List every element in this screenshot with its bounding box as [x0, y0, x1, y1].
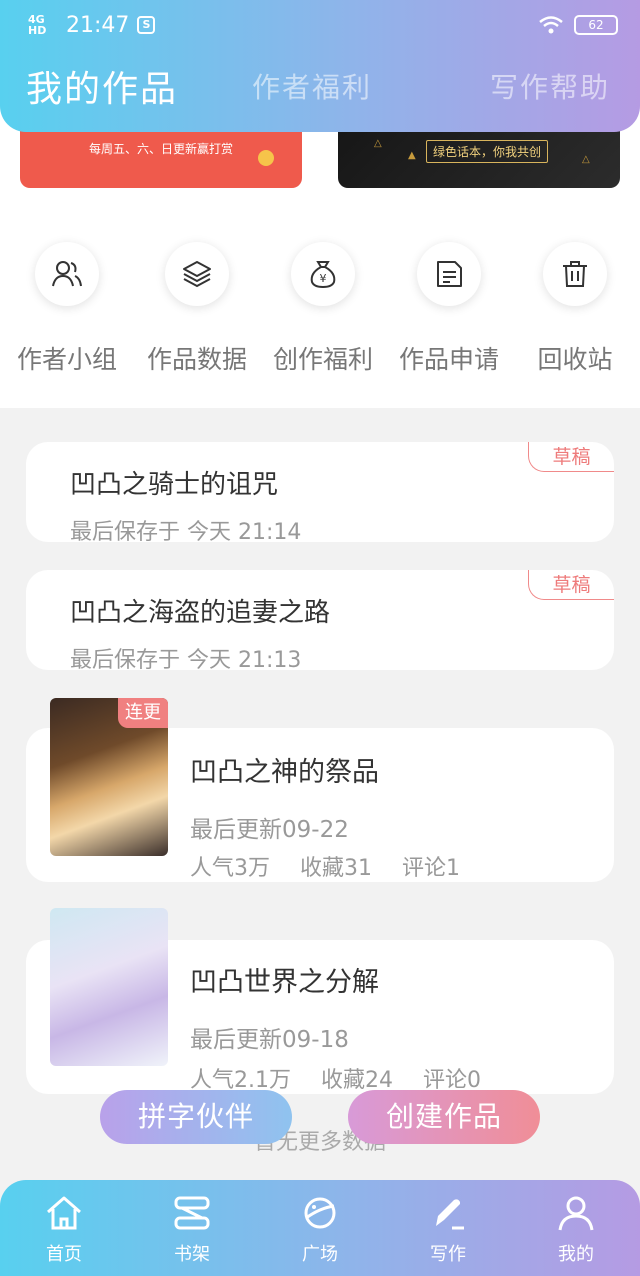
- green-story-banner-text: 绿色话本，你我共创: [426, 140, 549, 163]
- triangle-decor-icon: △: [374, 138, 382, 149]
- document-icon: [417, 242, 481, 306]
- work-title: 凹凸之神的祭品: [190, 757, 379, 788]
- draft-title: 凹凸之骑士的诅咒: [70, 470, 279, 500]
- serial-badge: 连更: [118, 698, 168, 728]
- draft-card[interactable]: 凹凸之海盗的追妻之路 最后保存于 今天 21:13 草稿: [26, 570, 614, 673]
- work-cover-image[interactable]: 连更: [50, 698, 168, 856]
- work-updated-date: 最后更新09-18: [190, 1027, 349, 1053]
- work-title: 凹凸世界之分解: [190, 967, 379, 998]
- profile-icon: [558, 1196, 594, 1231]
- quick-work-data[interactable]: 作品数据: [134, 242, 260, 376]
- quick-label: 作者小组: [16, 345, 117, 374]
- no-more-data-text: 暂无更多数据: [253, 1130, 386, 1155]
- header-tabs: 我的作品 作者福利 写作帮助: [26, 56, 610, 116]
- quick-label: 回收站: [537, 345, 613, 374]
- notification-icon: S: [137, 16, 156, 34]
- tab-my-works[interactable]: 我的作品: [26, 60, 178, 112]
- app-header: 4G HD 21:47 S 62 我的作品 作者福利 写作帮助: [0, 0, 640, 132]
- bookshelf-icon: [174, 1196, 210, 1230]
- quick-creation-benefits[interactable]: ¥ 创作福利: [260, 242, 386, 376]
- draft-title: 凹凸之海盗的追妻之路: [70, 598, 331, 628]
- nav-label: 广场: [302, 1244, 338, 1265]
- status-time: 21:47: [66, 12, 130, 38]
- work-favorites: 收藏31: [300, 856, 372, 881]
- nav-label: 我的: [558, 1244, 594, 1265]
- network-indicator: 4G HD: [28, 13, 47, 37]
- work-comments: 评论1: [402, 856, 460, 881]
- triangle-decor-icon: ▲: [408, 150, 416, 161]
- triangle-decor-icon: △: [582, 154, 590, 165]
- nav-home[interactable]: 首页: [0, 1180, 128, 1276]
- nav-square[interactable]: 广场: [256, 1180, 384, 1276]
- layers-icon: [165, 242, 229, 306]
- tab-writing-help[interactable]: 写作帮助: [490, 66, 610, 106]
- draft-saved-time: 最后保存于 今天 21:14: [70, 520, 302, 545]
- quick-actions: 作者小组 作品数据 ¥ 创作福利 作品申请 回收站: [0, 242, 640, 376]
- status-bar: 4G HD 21:47 S 62: [28, 8, 618, 42]
- draft-card[interactable]: 凹凸之骑士的诅咒 最后保存于 今天 21:14 草稿: [26, 442, 614, 545]
- draft-saved-time: 最后保存于 今天 21:13: [70, 648, 302, 673]
- quick-recycle-bin[interactable]: 回收站: [512, 242, 638, 376]
- nav-label: 首页: [46, 1244, 82, 1265]
- group-icon: [35, 242, 99, 306]
- quick-label: 作品数据: [146, 345, 247, 374]
- quick-label: 作品申请: [398, 345, 499, 374]
- word-partner-button[interactable]: 拼字伙伴: [100, 1090, 292, 1144]
- nav-mine[interactable]: 我的: [512, 1180, 640, 1276]
- coin-icon: [258, 150, 274, 166]
- bottom-nav: 首页 书架 广场 写作 我的: [0, 1180, 640, 1276]
- svg-text:¥: ¥: [320, 272, 327, 285]
- work-popularity: 人气3万: [190, 856, 270, 881]
- planet-icon: [304, 1197, 336, 1229]
- home-icon: [47, 1196, 81, 1230]
- trash-icon: [543, 242, 607, 306]
- quick-work-application[interactable]: 作品申请: [386, 242, 512, 376]
- wifi-icon: [539, 16, 563, 34]
- work-cover-image[interactable]: [50, 908, 168, 1066]
- quick-label: 创作福利: [272, 345, 373, 374]
- tab-author-benefits[interactable]: 作者福利: [252, 66, 372, 106]
- event-banner-text: 每周五、六、日更新赢打赏: [88, 142, 233, 156]
- money-bag-icon: ¥: [291, 242, 355, 306]
- nav-write[interactable]: 写作: [384, 1180, 512, 1276]
- nav-label: 书架: [174, 1244, 210, 1265]
- nav-label: 写作: [430, 1244, 466, 1265]
- draft-badge: 草稿: [528, 570, 614, 600]
- pen-icon: [436, 1199, 464, 1230]
- draft-badge: 草稿: [528, 442, 614, 472]
- quick-author-group[interactable]: 作者小组: [0, 242, 134, 376]
- work-updated-date: 最后更新09-22: [190, 817, 349, 843]
- work-stats: 人气3万 收藏31 评论1: [190, 850, 460, 882]
- create-work-button[interactable]: 创建作品: [348, 1090, 540, 1144]
- battery-indicator: 62: [574, 15, 618, 35]
- nav-bookshelf[interactable]: 书架: [128, 1180, 256, 1276]
